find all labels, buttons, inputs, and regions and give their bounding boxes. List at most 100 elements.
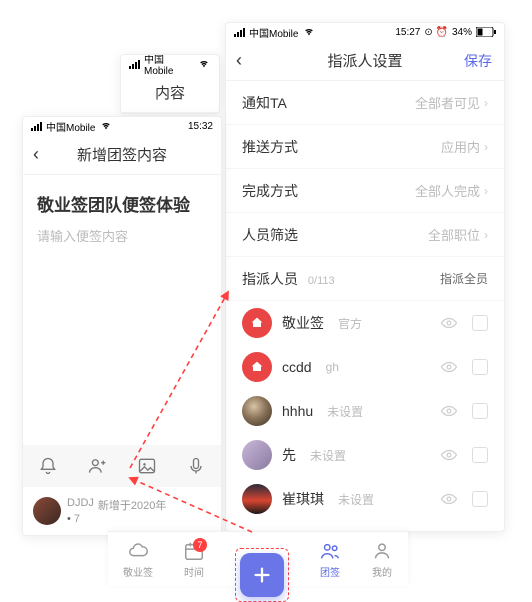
checkbox[interactable] [472, 315, 488, 331]
time-label: 15:32 [188, 121, 213, 132]
member-avatar [242, 352, 272, 382]
tab-team[interactable]: 团签 [319, 540, 341, 579]
voice-icon[interactable] [185, 455, 207, 477]
tab-label: 敬业签 [123, 564, 153, 579]
nav-title: 内容 [155, 82, 185, 103]
reminder-icon[interactable] [37, 455, 59, 477]
member-row[interactable]: 先 未设置 [226, 433, 504, 477]
chevron-right-icon: › [484, 184, 488, 198]
eye-icon[interactable] [440, 358, 458, 376]
alarm-icon: ⊙ ⏰ [424, 27, 448, 38]
member-sub: gh [326, 360, 339, 374]
carrier-label: 中国Mobile [249, 25, 298, 40]
tab-label: 我的 [372, 564, 392, 579]
tab-label: 时间 [184, 564, 204, 579]
tab-label: 团签 [320, 564, 340, 579]
member-sub: 未设置 [338, 491, 374, 508]
member-name: 敬业签 [282, 313, 324, 333]
assign-label: 指派人员 [242, 271, 298, 287]
settings-row[interactable]: 通知TA 全部者可见 › [226, 81, 504, 125]
status-bar: 中国Mobile 15:32 [23, 117, 221, 135]
signal-icon [31, 122, 42, 131]
assign-count: 0/113 [308, 275, 335, 287]
row-label: 完成方式 [242, 181, 298, 201]
phone-assignee-settings: 中国Mobile 15:27 ⊙ ⏰ 34% ‹ 指派人设置 保存 通知TA 全… [225, 22, 505, 532]
settings-row[interactable]: 完成方式 全部人完成 › [226, 169, 504, 213]
checkbox[interactable] [472, 403, 488, 419]
nav-title: 指派人设置 [327, 50, 402, 71]
row-value: 应用内 › [441, 137, 488, 156]
settings-row[interactable]: 推送方式 应用内 › [226, 125, 504, 169]
signal-icon [129, 60, 140, 69]
chevron-right-icon: › [484, 140, 488, 154]
eye-icon[interactable] [440, 490, 458, 508]
back-button[interactable]: ‹ [236, 50, 242, 71]
row-label: 通知TA [242, 93, 287, 113]
team-icon [319, 540, 341, 562]
person-icon [371, 540, 393, 562]
note-title: 敬业签团队便签体验 [23, 175, 221, 226]
assign-header: 指派人员 0/113 指派全员 [226, 257, 504, 301]
member-avatar [242, 440, 272, 470]
checkbox[interactable] [472, 359, 488, 375]
nav-bar: ‹ 指派人设置 保存 [226, 41, 504, 81]
member-sub: 未设置 [310, 447, 346, 464]
member-row[interactable]: hhhu 未设置 [226, 389, 504, 433]
cloud-icon [127, 540, 149, 562]
back-button[interactable]: ‹ [33, 144, 39, 165]
member-avatar [242, 308, 272, 338]
phone-behind: 中国Mobile 内容 [120, 54, 220, 114]
nav-title: 新增团签内容 [77, 144, 167, 165]
author-avatar [33, 497, 61, 525]
time-label: 15:27 [395, 27, 420, 38]
member-row[interactable]: 崔琪琪 未设置 [226, 477, 504, 521]
eye-icon[interactable] [440, 446, 458, 464]
battery-label: 34% [452, 27, 472, 38]
battery-icon [476, 27, 496, 37]
row-label: 推送方式 [242, 137, 298, 157]
member-row[interactable]: 敬业签 官方 [226, 301, 504, 345]
note-count: 7 [67, 513, 166, 525]
carrier-label: 中国Mobile [46, 119, 95, 134]
save-button[interactable]: 保存 [464, 51, 492, 71]
member-row[interactable]: ccdd gh [226, 345, 504, 389]
row-value: 全部职位 › [428, 225, 488, 244]
nav-bar: ‹ 新增团签内容 [23, 135, 221, 175]
author-name: DJDJ [67, 497, 94, 513]
note-content-input[interactable]: 请输入便签内容 [23, 226, 221, 245]
tab-notes[interactable]: 敬业签 [123, 540, 153, 579]
row-value: 全部者可见 › [415, 93, 488, 112]
tab-bar: 敬业签 7 时间 团签 我的 [108, 531, 408, 586]
image-icon[interactable] [136, 455, 158, 477]
checkbox[interactable] [472, 491, 488, 507]
add-button[interactable] [240, 553, 284, 597]
assign-all-button[interactable]: 指派全员 [440, 270, 488, 287]
member-name: ccdd [282, 359, 312, 375]
tab-time[interactable]: 7 时间 [183, 540, 205, 579]
eye-icon[interactable] [440, 402, 458, 420]
settings-row[interactable]: 人员筛选 全部职位 › [226, 213, 504, 257]
badge: 7 [193, 538, 207, 552]
wifi-icon [197, 59, 211, 69]
calendar-icon: 7 [183, 540, 205, 562]
row-value: 全部人完成 › [415, 181, 488, 200]
eye-icon[interactable] [440, 314, 458, 332]
footer-time: 新增于2020年 [98, 497, 166, 513]
member-avatar [242, 396, 272, 426]
member-sub: 未设置 [327, 403, 363, 420]
tab-profile[interactable]: 我的 [371, 540, 393, 579]
chevron-right-icon: › [484, 96, 488, 110]
nav-bar: 内容 [121, 73, 219, 113]
phone-new-note: 中国Mobile 15:32 ‹ 新增团签内容 敬业签团队便签体验 请输入便签内… [22, 116, 222, 536]
checkbox[interactable] [472, 447, 488, 463]
member-name: 崔琪琪 [282, 489, 324, 509]
member-avatar [242, 484, 272, 514]
member-name: 先 [282, 445, 296, 465]
status-bar: 中国Mobile 15:27 ⊙ ⏰ 34% [226, 23, 504, 41]
wifi-icon [302, 27, 316, 37]
wifi-icon [99, 121, 113, 131]
chevron-right-icon: › [484, 228, 488, 242]
note-footer: DJDJ 新增于2020年 7 [23, 487, 221, 535]
assignee-icon[interactable] [86, 455, 108, 477]
row-label: 人员筛选 [242, 225, 298, 245]
